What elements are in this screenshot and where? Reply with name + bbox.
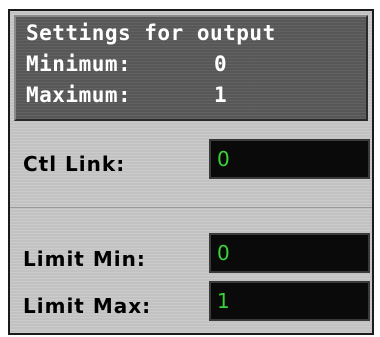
minimum-value: 0 [214, 52, 228, 76]
limit-min-label: Limit Min: [23, 247, 146, 271]
section-divider [10, 207, 372, 208]
limit-min-field[interactable]: 0 [209, 233, 370, 273]
output-settings-panel: Settings for output Minimum: 0 Maximum: … [8, 9, 374, 335]
limit-max-field[interactable]: 1 [209, 281, 370, 321]
ctl-link-field[interactable]: 0 [209, 139, 370, 179]
maximum-label: Maximum: [26, 83, 132, 107]
maximum-value: 1 [214, 83, 228, 107]
minimum-label: Minimum: [26, 52, 132, 76]
limit-max-label: Limit Max: [23, 294, 152, 318]
ctl-link-label: Ctl Link: [23, 152, 126, 176]
settings-title: Settings for output [26, 21, 276, 45]
settings-header: Settings for output Minimum: 0 Maximum: … [14, 15, 368, 121]
